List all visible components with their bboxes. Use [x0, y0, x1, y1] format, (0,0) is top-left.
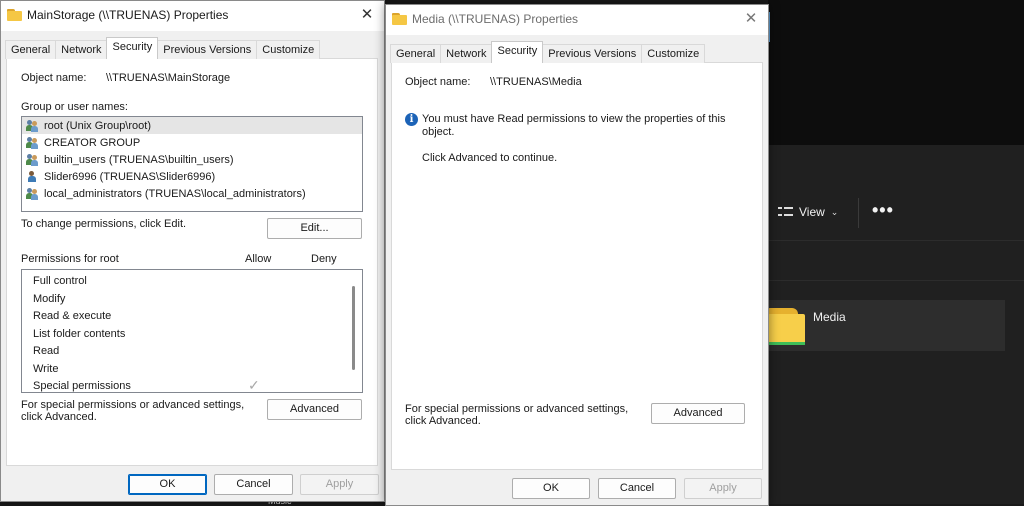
toolbar-divider: [858, 198, 859, 228]
more-options-button[interactable]: •••: [872, 200, 894, 221]
folder-icon: [768, 306, 806, 346]
user-name: Slider6996 (TRUENAS\Slider6996): [44, 170, 216, 183]
read-permission-message-2: object.: [422, 126, 455, 138]
tab-bar: General Network Security Previous Versio…: [5, 37, 321, 59]
close-icon[interactable]: ✕: [356, 4, 378, 26]
user-group-icon: [26, 136, 39, 149]
permission-modify: Modify: [33, 293, 66, 305]
info-icon: i: [405, 113, 418, 126]
view-icon: [778, 206, 793, 218]
user-name: builtin_users (TRUENAS\builtin_users): [44, 153, 234, 166]
list-item[interactable]: builtin_users (TRUENAS\builtin_users): [22, 151, 362, 168]
tab-network[interactable]: Network: [55, 40, 108, 59]
change-permissions-hint: To change permissions, click Edit.: [21, 218, 187, 230]
user-group-icon: [26, 119, 39, 132]
special-permissions-text: For special permissions or advanced sett…: [21, 399, 245, 411]
edit-button[interactable]: Edit...: [267, 218, 362, 239]
deny-header: Deny: [311, 253, 337, 265]
object-name-label: Object name:: [21, 72, 87, 84]
title-bar[interactable]: Media (\\TRUENAS) Properties ✕: [386, 5, 768, 35]
permission-list-folder-contents: List folder contents: [33, 328, 126, 340]
user-name: root (Unix Group\root): [44, 119, 151, 132]
tab-customize[interactable]: Customize: [641, 44, 706, 63]
user-group-icon: [26, 187, 39, 200]
apply-button[interactable]: Apply: [300, 474, 379, 495]
toolbar-divider-line: [768, 240, 1024, 241]
advanced-button[interactable]: Advanced: [651, 403, 745, 424]
folder-icon: [392, 13, 407, 25]
list-item[interactable]: local_administrators (TRUENAS\local_admi…: [22, 185, 362, 202]
permission-full-control: Full control: [33, 275, 87, 287]
tab-previous-versions[interactable]: Previous Versions: [542, 44, 643, 63]
title-bar[interactable]: MainStorage (\\TRUENAS) Properties ✕: [1, 1, 384, 31]
object-name-label: Object name:: [405, 76, 471, 88]
tab-general[interactable]: General: [5, 40, 57, 59]
advanced-button[interactable]: Advanced: [267, 399, 362, 420]
chevron-down-icon: ⌄: [830, 206, 839, 217]
mainstorage-properties-dialog: MainStorage (\\TRUENAS) Properties ✕ Gen…: [0, 0, 385, 502]
object-name-value: \\TRUENAS\Media: [490, 76, 582, 88]
tab-security[interactable]: Security: [491, 41, 544, 63]
list-item[interactable]: Slider6996 (TRUENAS\Slider6996): [22, 168, 362, 185]
user-name: local_administrators (TRUENAS\local_admi…: [44, 187, 306, 200]
permission-read-execute: Read & execute: [33, 310, 112, 322]
header-divider-line: [768, 280, 1024, 281]
close-icon[interactable]: ✕: [740, 8, 762, 30]
folder-icon: [7, 9, 22, 21]
desktop-background: [768, 0, 1024, 145]
dialog-title: Media (\\TRUENAS) Properties: [412, 12, 579, 26]
list-item[interactable]: CREATOR GROUP: [22, 134, 362, 151]
tab-previous-versions[interactable]: Previous Versions: [157, 40, 258, 59]
list-item[interactable]: root (Unix Group\root): [22, 117, 362, 134]
tab-network[interactable]: Network: [440, 44, 493, 63]
ok-button[interactable]: OK: [512, 478, 590, 499]
permissions-list[interactable]: Full control Modify Read & execute List …: [21, 269, 363, 393]
view-menu-button[interactable]: View ⌄: [778, 202, 838, 222]
tab-general[interactable]: General: [390, 44, 442, 63]
media-properties-dialog: Media (\\TRUENAS) Properties ✕ General N…: [385, 4, 769, 506]
scrollbar-thumb[interactable]: [352, 286, 355, 370]
view-label: View: [799, 205, 825, 219]
allow-header: Allow: [245, 253, 272, 265]
cancel-button[interactable]: Cancel: [214, 474, 293, 495]
advanced-continue-hint: Click Advanced to continue.: [422, 152, 558, 164]
dialog-title: MainStorage (\\TRUENAS) Properties: [27, 8, 229, 22]
cancel-button[interactable]: Cancel: [598, 478, 676, 499]
permissions-for-label: Permissions for root: [21, 253, 119, 265]
apply-button[interactable]: Apply: [684, 478, 762, 499]
tab-security[interactable]: Security: [106, 37, 159, 59]
permission-write: Write: [33, 363, 59, 375]
object-name-value: \\TRUENAS\MainStorage: [106, 72, 231, 84]
special-permissions-text: For special permissions or advanced sett…: [405, 403, 629, 415]
allow-checkmark-icon: ✓: [248, 377, 260, 393]
folder-name: Media: [813, 310, 846, 324]
user-group-icon: [26, 153, 39, 166]
tab-bar: General Network Security Previous Versio…: [390, 41, 706, 63]
permission-read: Read: [33, 345, 60, 357]
tab-customize[interactable]: Customize: [256, 40, 321, 59]
permission-special: Special permissions: [33, 380, 131, 392]
user-name: CREATOR GROUP: [44, 136, 141, 149]
ok-button[interactable]: OK: [128, 474, 207, 495]
special-permissions-text-2: click Advanced.: [405, 415, 481, 427]
special-permissions-text-2: click Advanced.: [21, 411, 97, 423]
user-list[interactable]: root (Unix Group\root) CREATOR GROUP bui…: [21, 116, 363, 212]
user-icon: [26, 170, 39, 183]
read-permission-message: You must have Read permissions to view t…: [422, 113, 726, 125]
group-names-label: Group or user names:: [21, 101, 128, 113]
